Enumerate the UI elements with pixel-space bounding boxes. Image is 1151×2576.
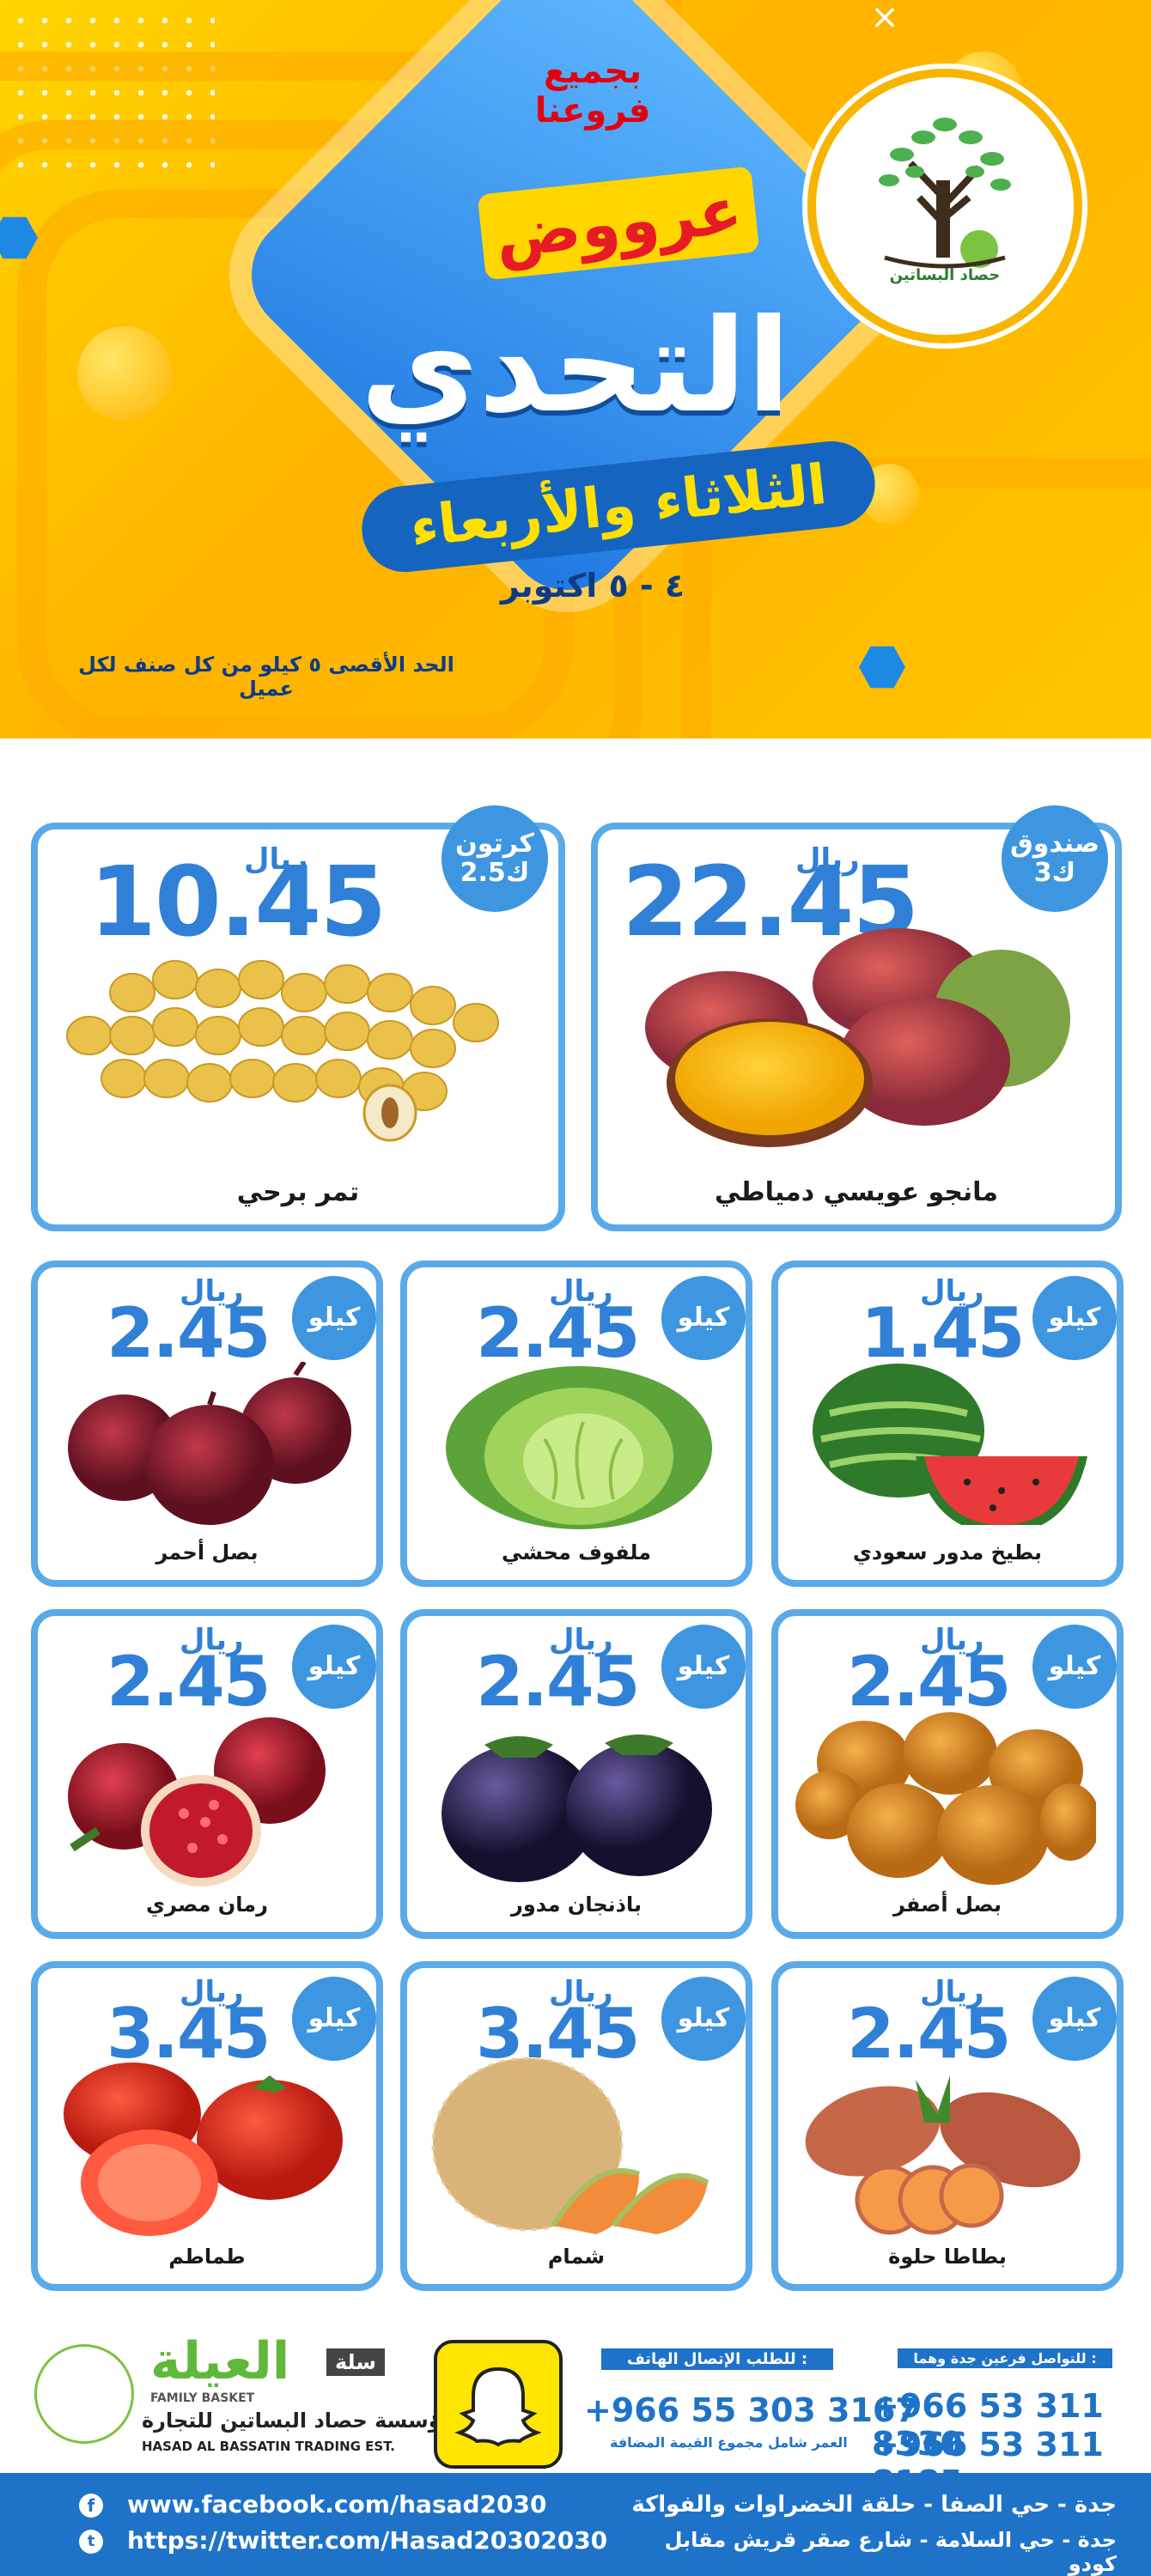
unit-badge: كيلو	[1032, 1977, 1117, 2061]
twitter-icon: t	[79, 2530, 103, 2554]
family-basket-logo: العيلة	[150, 2331, 290, 2391]
product-name: بطيخ مدور سعودي	[852, 1540, 1043, 1564]
branch-label: للتواصل فرعين جدة وهما :	[898, 2348, 1112, 2368]
branches-text: بجميع فروعنا	[534, 52, 651, 131]
unit-badge: كيلو	[292, 1276, 376, 1360]
product-name: ملفوف محشي	[501, 1540, 652, 1564]
twitter-link[interactable]: https://twitter.com/Hasad20302030	[127, 2526, 607, 2555]
decorative-hexagon	[859, 646, 905, 689]
cantaloupe-image	[431, 2057, 709, 2234]
challenge-title: التحدي	[360, 292, 791, 441]
snapchat-qr-code[interactable]	[434, 2340, 563, 2469]
product-card-pomegranate[interactable]: كيلو ريال 2.45 رمان مصري	[31, 1609, 383, 1939]
unit-badge: كيلو	[1032, 1625, 1117, 1709]
product-name: رمان مصري	[146, 1893, 268, 1917]
product-name: مانجو عويسي دمياطي	[715, 1177, 998, 1207]
cabbage-image	[446, 1366, 712, 1529]
product-name: بصل أصفر	[892, 1893, 1002, 1917]
store-logo: حصاد البساتين	[807, 69, 1082, 343]
watermelon-image	[813, 1364, 1087, 1525]
product-card-tomato[interactable]: كيلو ريال 3.45 طماطم	[31, 1961, 383, 2291]
facebook-icon: f	[79, 2494, 103, 2518]
unit-badge: كيلو	[292, 1625, 376, 1709]
product-name: تمر برحي	[236, 1177, 360, 1207]
unit-badge: كيلو	[661, 1276, 746, 1360]
product-card-watermelon[interactable]: كيلو ريال 1.45 بطيخ مدور سعودي	[771, 1261, 1124, 1587]
tree-icon	[879, 118, 1011, 269]
order-phone[interactable]: +966 55 303 3167	[584, 2391, 918, 2429]
product-name: باذنجان مدور	[511, 1893, 642, 1917]
logo-caption: حصاد البساتين	[889, 266, 1001, 284]
company-name-ar: مؤسسة حصاد البساتين للتجارة	[142, 2409, 454, 2433]
product-card-cantaloupe[interactable]: كيلو ريال 3.45 شمام	[400, 1961, 752, 2291]
close-icon[interactable]: ×	[868, 0, 902, 34]
product-card-eggplant[interactable]: كيلو ريال 2.45 باذنجان مدور	[400, 1609, 752, 1939]
product-card-red-onion[interactable]: كيلو ريال 2.45 بصل أحمر	[31, 1261, 383, 1587]
company-logo	[34, 2344, 134, 2444]
order-label: للطلب الإتصال الهاتف :	[601, 2348, 833, 2370]
address-line-2: جدة - حي السلامة - شارع صقر قريش مقابل ك…	[664, 2528, 1117, 2576]
sweet-potato-image	[805, 2075, 1081, 2235]
unit-badge: كرتون 2.5ك	[442, 805, 548, 912]
facebook-link[interactable]: www.facebook.com/hasad2030	[127, 2490, 546, 2518]
mango-image	[645, 928, 1070, 1147]
purchase-limit: الحد الأقصى ٥ كيلو من كل صنف لكل عميل	[78, 653, 454, 701]
product-card-sweet-potato[interactable]: كيلو ريال 2.45 بطاطا حلوة	[771, 1961, 1124, 2291]
pomegranate-image	[68, 1717, 326, 1886]
company-name-en: HASAD AL BASSATIN TRADING EST.	[142, 2439, 395, 2454]
tomato-image	[64, 2063, 343, 2236]
eggplant-image	[442, 1735, 712, 1882]
dates-image	[66, 960, 499, 1142]
address-line-1: جدة - حي الصفا - حلقة الخضراوات والفواكة	[631, 2492, 1117, 2518]
unit-badge: كيلو	[661, 1977, 746, 2061]
unit-badge: صندوق 3ك	[1002, 805, 1108, 912]
yellow-onion-image	[795, 1712, 1096, 1885]
product-card-cabbage[interactable]: كيلو ريال 2.45 ملفوف محشي	[400, 1261, 752, 1587]
unit-badge: كيلو	[661, 1625, 746, 1709]
product-name: طماطم	[168, 2245, 246, 2269]
basket-word: سلة	[326, 2348, 385, 2376]
footer-band: f www.facebook.com/hasad2030 t https://t…	[0, 2473, 1151, 2576]
snapchat-ghost-icon	[454, 2366, 542, 2447]
offer-dates: ٤ - ٥ اكتوبر	[500, 567, 685, 605]
product-name: بطاطا حلوة	[888, 2245, 1007, 2269]
decorative-ball	[77, 326, 172, 421]
unit-badge: كيلو	[292, 1977, 376, 2061]
unit-badge: كيلو	[1032, 1276, 1117, 1360]
order-note: العمر شامل مجموع القيمة المضافة	[610, 2434, 848, 2451]
family-basket-en: FAMILY BASKET	[150, 2391, 255, 2405]
product-card-mango[interactable]: صندوق 3ك ريال 22.45 مانجو عويسي دمياطي	[591, 805, 1122, 1231]
footer-info: سلة العيلة FAMILY BASKET مؤسسة حصاد البس…	[0, 2318, 1151, 2501]
promo-header: × بجميع فروعنا عرووض التحدي الثلاثاء وال…	[0, 0, 1151, 738]
red-onion-image	[68, 1362, 351, 1525]
product-card-dates[interactable]: كرتون 2.5ك ريال 10.45 تمر برحي	[31, 805, 565, 1231]
product-name: بصل أحمر	[155, 1540, 259, 1564]
product-card-yellow-onion[interactable]: كيلو ريال 2.45 بصل أصفر	[771, 1609, 1124, 1939]
product-name: شمام	[547, 2245, 606, 2269]
